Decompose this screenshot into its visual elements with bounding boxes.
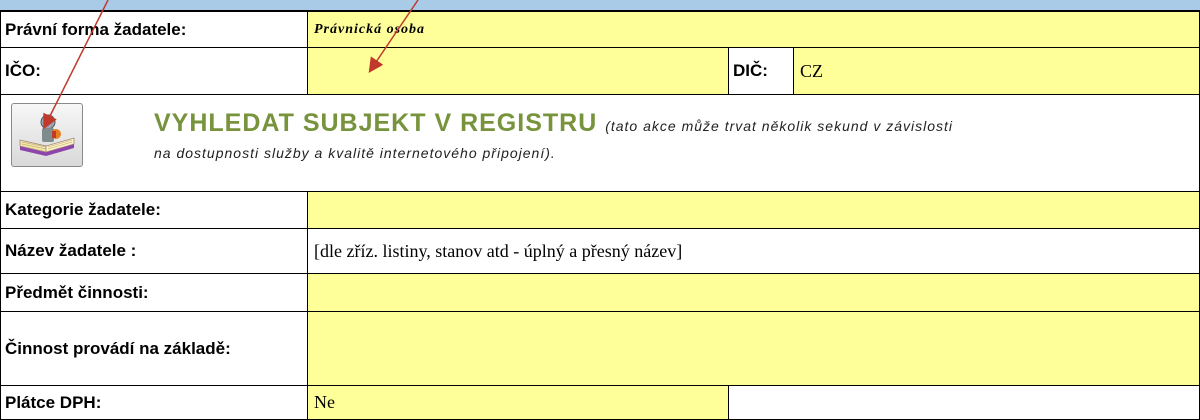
basis-field[interactable] — [307, 311, 1200, 386]
vat-label: Plátce DPH: — [0, 385, 308, 420]
activity-label: Předmět činnosti: — [0, 273, 308, 312]
category-field[interactable] — [307, 191, 1200, 229]
registry-search-title[interactable]: VYHLEDAT SUBJEKT V REGISTRU (tato akce m… — [154, 109, 953, 138]
registry-search-note: (tato akce může trvat několik sekund v z… — [605, 118, 953, 134]
legal-form-field[interactable]: Právnická osoba — [307, 11, 1200, 48]
dic-field[interactable]: CZ — [793, 47, 1200, 95]
registry-search-title-text: VYHLEDAT SUBJEKT V REGISTRU — [154, 109, 598, 137]
registry-search-row: VYHLEDAT SUBJEKT V REGISTRU (tato akce m… — [0, 94, 1200, 192]
ico-label: IČO: — [0, 47, 308, 95]
dic-label: DIČ: — [728, 47, 794, 95]
name-label: Název žadatele : — [0, 228, 308, 274]
category-label: Kategorie žadatele: — [0, 191, 308, 229]
registry-search-note-2: na dostupnosti služby a kvalitě internet… — [154, 145, 556, 161]
vat-empty-cell — [728, 385, 1200, 420]
vat-field[interactable]: Ne — [307, 385, 729, 420]
legal-form-label: Právní forma žadatele: — [0, 11, 308, 48]
name-field[interactable]: [dle zříz. listiny, stanov atd - úplný a… — [307, 228, 1200, 274]
book-search-icon — [19, 114, 75, 156]
activity-field[interactable] — [307, 273, 1200, 312]
basis-label: Činnost provádí na základě: — [0, 311, 308, 386]
ico-field[interactable] — [307, 47, 729, 95]
registry-search-button[interactable] — [11, 103, 83, 167]
